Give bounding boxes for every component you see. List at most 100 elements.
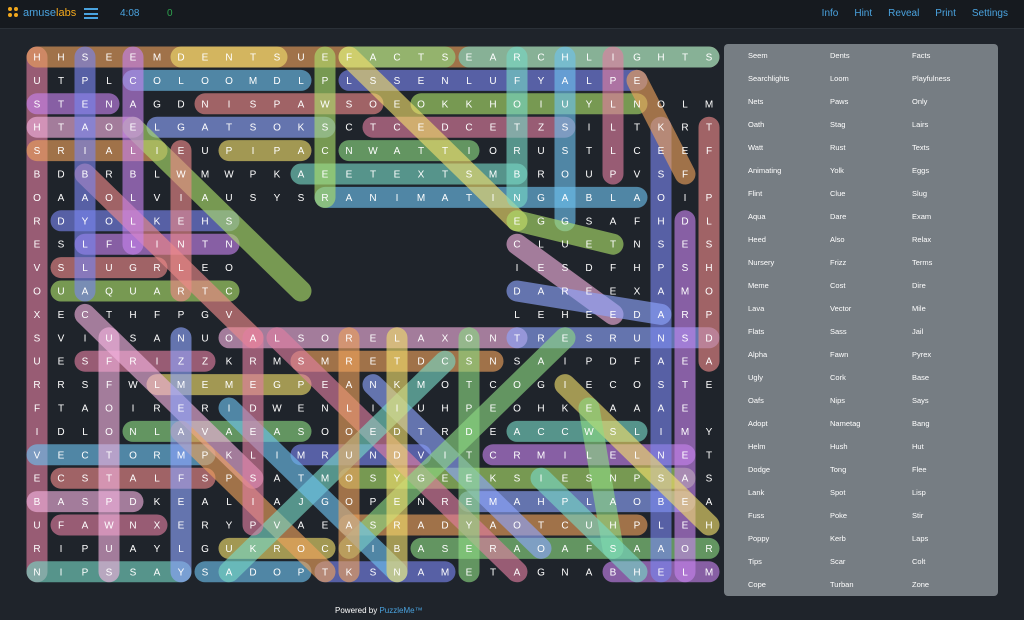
grid-letter[interactable]: P: [106, 497, 113, 508]
grid-letter[interactable]: P: [82, 567, 89, 578]
grid-letter[interactable]: A: [274, 474, 281, 485]
grid-letter[interactable]: V: [418, 450, 425, 461]
grid-letter[interactable]: T: [442, 170, 448, 181]
grid-letter[interactable]: F: [346, 53, 352, 64]
grid-letter[interactable]: F: [34, 404, 40, 415]
grid-letter[interactable]: A: [130, 474, 137, 485]
grid-letter[interactable]: T: [58, 404, 64, 415]
grid-letter[interactable]: F: [586, 544, 592, 555]
grid-letter[interactable]: F: [514, 76, 520, 87]
grid-letter[interactable]: L: [82, 427, 88, 438]
grid-letter[interactable]: I: [468, 146, 471, 157]
grid-letter[interactable]: X: [418, 170, 425, 181]
grid-letter[interactable]: I: [660, 427, 663, 438]
grid-letter[interactable]: E: [610, 310, 617, 321]
grid-letter[interactable]: F: [706, 146, 712, 157]
grid-letter[interactable]: L: [154, 380, 160, 391]
grid-letter[interactable]: U: [201, 146, 208, 157]
grid-letter[interactable]: U: [489, 76, 496, 87]
grid-letter[interactable]: L: [658, 521, 664, 532]
grid-letter[interactable]: A: [514, 497, 521, 508]
grid-letter[interactable]: A: [58, 193, 65, 204]
grid-letter[interactable]: A: [418, 544, 425, 555]
grid-letter[interactable]: A: [658, 287, 665, 298]
grid-letter[interactable]: P: [226, 474, 233, 485]
grid-letter[interactable]: L: [178, 263, 184, 274]
grid-letter[interactable]: S: [250, 474, 257, 485]
grid-letter[interactable]: W: [128, 380, 138, 391]
grid-letter[interactable]: O: [633, 380, 641, 391]
grid-letter[interactable]: I: [132, 404, 135, 415]
grid-letter[interactable]: O: [105, 404, 113, 415]
grid-letter[interactable]: O: [345, 427, 353, 438]
grid-letter[interactable]: H: [537, 404, 544, 415]
grid-letter[interactable]: L: [514, 310, 520, 321]
grid-letter[interactable]: E: [178, 521, 185, 532]
grid-letter[interactable]: J: [299, 497, 304, 508]
grid-letter[interactable]: P: [274, 99, 281, 110]
grid-letter[interactable]: R: [345, 333, 352, 344]
grid-letter[interactable]: G: [537, 216, 545, 227]
grid-letter[interactable]: K: [490, 474, 497, 485]
grid-letter[interactable]: E: [466, 53, 473, 64]
grid-letter[interactable]: L: [610, 193, 616, 204]
grid-letter[interactable]: G: [537, 380, 545, 391]
grid-letter[interactable]: C: [489, 450, 496, 461]
grid-letter[interactable]: P: [82, 76, 89, 87]
grid-letter[interactable]: S: [562, 263, 569, 274]
grid-letter[interactable]: N: [609, 474, 616, 485]
grid-letter[interactable]: O: [33, 287, 41, 298]
grid-letter[interactable]: T: [202, 240, 208, 251]
grid-letter[interactable]: A: [298, 521, 305, 532]
grid-letter[interactable]: C: [81, 310, 88, 321]
grid-letter[interactable]: C: [345, 123, 352, 134]
grid-letter[interactable]: K: [346, 567, 353, 578]
grid-letter[interactable]: Y: [466, 521, 473, 532]
grid-letter[interactable]: G: [321, 497, 329, 508]
grid-letter[interactable]: F: [178, 474, 184, 485]
grid-letter[interactable]: I: [228, 404, 231, 415]
grid-letter[interactable]: L: [154, 170, 160, 181]
grid-letter[interactable]: O: [513, 521, 521, 532]
grid-letter[interactable]: O: [273, 123, 281, 134]
grid-letter[interactable]: N: [129, 427, 136, 438]
grid-letter[interactable]: L: [610, 123, 616, 134]
grid-letter[interactable]: E: [586, 380, 593, 391]
grid-letter[interactable]: B: [658, 497, 665, 508]
grid-letter[interactable]: S: [658, 170, 665, 181]
grid-letter[interactable]: F: [634, 357, 640, 368]
grid-letter[interactable]: N: [345, 146, 352, 157]
grid-letter[interactable]: P: [466, 404, 473, 415]
grid-letter[interactable]: E: [682, 521, 689, 532]
grid-letter[interactable]: M: [489, 170, 497, 181]
grid-letter[interactable]: A: [130, 99, 137, 110]
grid-letter[interactable]: E: [586, 240, 593, 251]
grid-letter[interactable]: R: [537, 170, 544, 181]
grid-letter[interactable]: N: [369, 193, 376, 204]
grid-letter[interactable]: B: [514, 170, 521, 181]
grid-letter[interactable]: E: [562, 474, 569, 485]
grid-letter[interactable]: I: [84, 333, 87, 344]
grid-letter[interactable]: M: [321, 357, 329, 368]
grid-letter[interactable]: D: [633, 310, 640, 321]
grid-letter[interactable]: U: [561, 99, 568, 110]
grid-letter[interactable]: E: [370, 357, 377, 368]
grid-letter[interactable]: A: [538, 287, 545, 298]
grid-letter[interactable]: K: [658, 123, 665, 134]
grid-letter[interactable]: S: [226, 216, 233, 227]
grid-letter[interactable]: Y: [586, 99, 593, 110]
grid-letter[interactable]: R: [201, 404, 208, 415]
grid-letter[interactable]: U: [105, 263, 112, 274]
grid-letter[interactable]: N: [177, 240, 184, 251]
grid-letter[interactable]: P: [610, 76, 617, 87]
hamburger-menu-icon[interactable]: [84, 8, 98, 19]
grid-letter[interactable]: I: [156, 357, 159, 368]
grid-letter[interactable]: Y: [274, 193, 281, 204]
grid-letter[interactable]: T: [610, 240, 616, 251]
grid-letter[interactable]: M: [153, 53, 161, 64]
grid-letter[interactable]: E: [634, 76, 641, 87]
grid-letter[interactable]: T: [250, 53, 256, 64]
grid-letter[interactable]: S: [562, 146, 569, 157]
grid-letter[interactable]: B: [394, 544, 401, 555]
grid-letter[interactable]: N: [657, 450, 664, 461]
